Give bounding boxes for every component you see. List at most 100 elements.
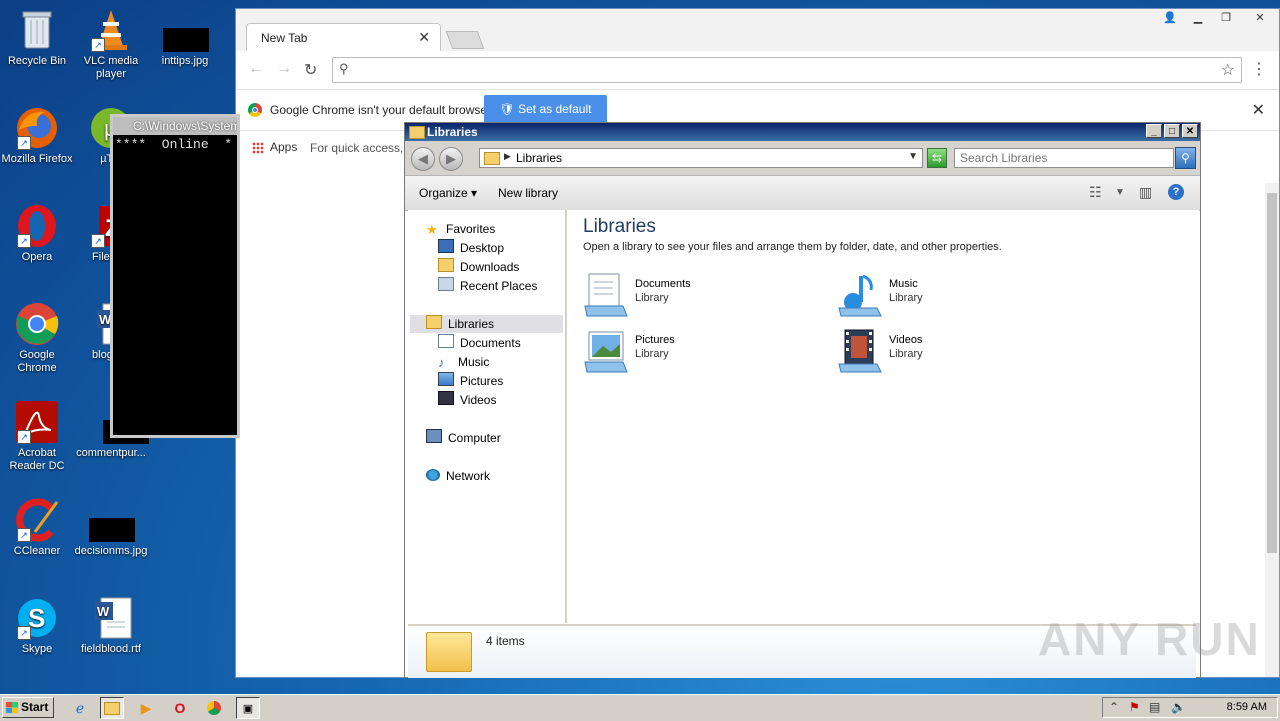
navigation-pane: ★ Favorites Desktop Downloads Recent Plac…: [408, 210, 567, 623]
search-button-icon[interactable]: ⚲: [1175, 147, 1196, 169]
view-dropdown-icon[interactable]: ▼: [1115, 187, 1125, 198]
desktop-icon-acrobat[interactable]: ↗ Acrobat Reader DC: [0, 400, 74, 473]
cmd-title[interactable]: C:\Windows\System32: [113, 117, 237, 135]
new-library-button[interactable]: New library: [498, 186, 558, 200]
tray-expand-icon[interactable]: ⌃: [1109, 700, 1119, 714]
new-tab-button[interactable]: [445, 31, 485, 49]
chrome-scrollbar[interactable]: [1265, 183, 1279, 677]
search-icon: ⚲: [339, 61, 349, 76]
search-input[interactable]: [955, 149, 1165, 167]
nav-computer[interactable]: Computer: [426, 429, 501, 447]
clock[interactable]: 8:59 AM: [1227, 701, 1267, 713]
restore-icon[interactable]: ❐: [1212, 9, 1240, 27]
action-center-icon[interactable]: ⚑: [1129, 700, 1140, 714]
taskbar-cmd-icon[interactable]: ▣: [236, 697, 260, 719]
explorer-titlebar[interactable]: Libraries _ □ ✕: [405, 123, 1200, 141]
library-pictures[interactable]: Pictures Library: [583, 328, 783, 378]
library-music[interactable]: Music Library: [837, 272, 1037, 322]
desktop-icon-recycle-bin[interactable]: Recycle Bin: [0, 8, 74, 68]
word-document-icon: W: [89, 596, 133, 640]
nav-documents[interactable]: Documents: [438, 334, 521, 352]
taskbar-media-player-icon[interactable]: ▶: [134, 697, 158, 719]
chrome-toolbar: ← → ↻ ⚲ ☆ ⋮: [236, 51, 1279, 90]
explorer-window[interactable]: Libraries _ □ ✕ ◀ ▶ ▶ Libraries ▼ ⇆ ⚲ Or…: [404, 122, 1201, 678]
apps-shortcut[interactable]: Apps: [252, 140, 297, 154]
breadcrumb-libraries[interactable]: Libraries: [516, 151, 562, 165]
minimize-icon[interactable]: _: [1146, 124, 1162, 138]
page-subtitle: Open a library to see your files and arr…: [583, 241, 1002, 253]
videos-library-icon: [838, 329, 882, 373]
explorer-window-controls: _ □ ✕: [1146, 124, 1198, 138]
forward-button[interactable]: ▶: [439, 147, 463, 171]
network-tray-icon[interactable]: ▤: [1149, 700, 1160, 714]
address-path[interactable]: ▶ Libraries ▼: [479, 148, 923, 168]
nav-network[interactable]: Network: [426, 467, 490, 485]
desktop-icon-ccleaner[interactable]: ↗ CCleaner: [0, 498, 74, 558]
desktop-icon-fieldblood[interactable]: W fieldblood.rtf: [74, 596, 148, 656]
scrollbar-thumb[interactable]: [1267, 193, 1277, 553]
taskbar-chrome-icon[interactable]: [202, 697, 226, 719]
nav-pictures[interactable]: Pictures: [438, 372, 503, 390]
desktop-icon-firefox[interactable]: ↗ Mozilla Firefox: [0, 106, 74, 166]
preview-pane-icon[interactable]: ▥: [1139, 184, 1152, 201]
tab-close-icon[interactable]: ✕: [418, 29, 430, 46]
nav-downloads[interactable]: Downloads: [438, 258, 519, 276]
taskbar-opera-icon[interactable]: O: [168, 697, 192, 719]
library-videos[interactable]: Videos Library: [837, 328, 1037, 378]
desktop-icon-vlc[interactable]: ↗ VLC media player: [74, 8, 148, 81]
volume-icon[interactable]: 🔈: [1171, 700, 1186, 714]
forward-arrow-icon[interactable]: →: [276, 60, 292, 78]
explorer-title: Libraries: [427, 125, 478, 139]
help-icon[interactable]: ?: [1168, 184, 1184, 200]
nav-libraries[interactable]: Libraries: [410, 315, 563, 333]
maximize-icon[interactable]: □: [1164, 124, 1180, 138]
back-button[interactable]: ◀: [411, 147, 435, 171]
infobar-close-icon[interactable]: ✕: [1252, 100, 1265, 120]
nav-recent-places[interactable]: Recent Places: [438, 277, 537, 295]
address-dropdown-icon[interactable]: ▼: [908, 151, 918, 162]
refresh-button[interactable]: ⇆: [927, 148, 947, 168]
nav-videos[interactable]: Videos: [438, 391, 496, 409]
desktop-icon-chrome[interactable]: Google Chrome: [0, 302, 74, 375]
start-button[interactable]: Start: [2, 697, 54, 718]
taskbar-explorer-icon[interactable]: [100, 697, 124, 719]
close-icon[interactable]: ✕: [1182, 124, 1198, 138]
profile-icon[interactable]: 👤: [1156, 9, 1184, 27]
library-kind: Library: [635, 292, 669, 304]
desktop-icon-skype[interactable]: S ↗ Skype: [0, 596, 74, 656]
desktop-icon-inttips[interactable]: inttips.jpg: [148, 8, 222, 68]
back-arrow-icon[interactable]: ←: [248, 60, 264, 78]
minimize-icon[interactable]: ▁: [1184, 9, 1212, 27]
downloads-icon: [438, 258, 454, 272]
image-file-icon: [89, 498, 135, 542]
chrome-menu-icon[interactable]: ⋮: [1251, 59, 1267, 79]
bookmark-star-icon[interactable]: ☆: [1221, 60, 1235, 80]
close-window-icon[interactable]: ✕: [1240, 9, 1280, 27]
libraries-folder-icon: [426, 632, 472, 672]
organize-button[interactable]: Organize ▾: [419, 186, 477, 200]
nav-desktop[interactable]: Desktop: [438, 239, 504, 257]
nav-music[interactable]: ♪ Music: [438, 353, 489, 371]
chrome-titlebar[interactable]: New Tab ✕ 👤 ▁ ❐ ✕: [236, 9, 1279, 51]
image-file-icon: [163, 8, 209, 52]
apps-grid-icon: [252, 141, 264, 154]
view-options-icon[interactable]: ☷: [1089, 184, 1102, 201]
breadcrumb-arrow-icon[interactable]: ▶: [504, 151, 511, 162]
set-as-default-button[interactable]: 🛡 Set as default: [484, 95, 607, 123]
cmd-window[interactable]: C:\Windows\System32 **** Online *: [110, 114, 240, 438]
recycle-bin-icon: [15, 8, 59, 52]
tab-new-tab[interactable]: New Tab ✕: [246, 23, 441, 51]
desktop-icon-opera[interactable]: ↗ Opera: [0, 204, 74, 264]
windows-logo-icon: [6, 702, 18, 713]
omnibox[interactable]: ⚲ ☆: [332, 57, 1242, 83]
search-box[interactable]: [954, 148, 1174, 168]
library-documents[interactable]: Documents Library: [583, 272, 783, 322]
reload-icon[interactable]: ↻: [304, 60, 317, 80]
desktop-icon-decisionms[interactable]: decisionms.jpg: [74, 498, 148, 558]
library-kind: Library: [889, 292, 923, 304]
library-name: Videos: [889, 334, 923, 346]
taskbar-ie-icon[interactable]: ℯ: [68, 697, 92, 719]
shortcut-arrow-icon: ↗: [17, 430, 31, 444]
shortcut-arrow-icon: ↗: [17, 136, 31, 150]
nav-favorites[interactable]: ★ Favorites: [426, 220, 495, 238]
